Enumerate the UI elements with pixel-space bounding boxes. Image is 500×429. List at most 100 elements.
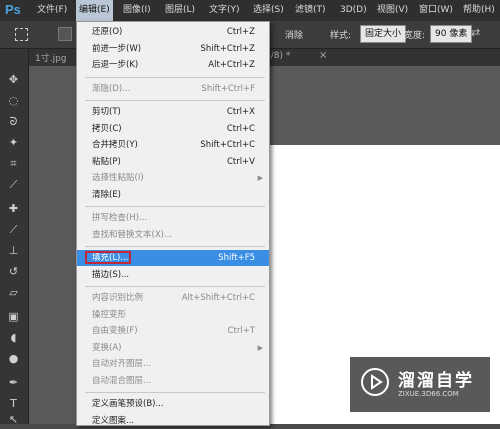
edit-menu-item[interactable]: 查找和替换文本(X)... <box>77 227 269 243</box>
menu-item[interactable]: 编辑(E) <box>76 0 113 21</box>
path-selection-tool-icon[interactable]: ↖ <box>5 411 22 428</box>
play-logo-icon <box>361 368 389 396</box>
close-tab-icon[interactable]: × <box>319 50 327 61</box>
menu-item-label: 渐隐(D)... <box>92 83 131 94</box>
style-label: 样式: <box>330 31 352 41</box>
menu-item[interactable]: 3D(D) <box>337 0 370 21</box>
pen-tool-icon[interactable]: ✒ <box>5 374 22 391</box>
menu-item[interactable]: 滤镜(T) <box>292 0 329 21</box>
menu-item-label: 变换(A) <box>92 342 122 353</box>
antialias-label: 消除 <box>285 31 304 41</box>
menu-item-shortcut: Shift+Ctrl+F <box>201 83 255 94</box>
menu-item[interactable]: 文件(F) <box>34 0 70 21</box>
magic-wand-tool-icon[interactable]: ✦ <box>5 134 22 151</box>
menu-item-label: 合并拷贝(Y) <box>92 140 138 150</box>
style-select[interactable]: 固定大小 <box>360 25 407 43</box>
menu-item[interactable]: 视图(V) <box>374 0 411 21</box>
edit-menu-item[interactable]: 变换(A) ▶ <box>77 340 269 356</box>
type-tool-icon[interactable]: T <box>5 395 22 412</box>
edit-menu-item[interactable]: 内容识别比例 Alt+Shift+Ctrl+C <box>77 290 269 306</box>
edit-menu-item[interactable]: 自动混合图层... <box>77 373 269 389</box>
menu-bar: Ps 文件(F) 编辑(E) 图像(I) 图层(L) 文字(Y) 选择(S) 滤镜(T) 3D… <box>0 0 500 21</box>
menu-item-label: 自动混合图层... <box>92 375 152 386</box>
menu-item-label: 选择性粘贴(I) <box>92 173 144 183</box>
lasso-tool-icon[interactable]: ᘐ <box>5 113 22 130</box>
document-tab[interactable]: 1寸.jpg <box>35 51 67 64</box>
edit-menu-item[interactable]: 定义画笔预设(B)... <box>77 396 269 412</box>
history-brush-tool-icon[interactable]: ↺ <box>5 263 22 280</box>
menu-item[interactable]: 窗口(W) <box>416 0 456 21</box>
move-tool-icon[interactable]: ✥ <box>5 71 22 88</box>
edit-menu-item[interactable]: 自动对齐图层... <box>77 356 269 372</box>
menu-item-shortcut: Ctrl+X <box>226 107 255 117</box>
menu-item[interactable]: 图层(L) <box>162 0 198 21</box>
menu-item-label: 前进一步(W) <box>92 43 142 54</box>
healing-brush-tool-icon[interactable]: ✚ <box>5 200 22 217</box>
edit-menu-item[interactable]: 自由变换(F) Ctrl+T <box>77 323 269 339</box>
menu-separator <box>85 206 265 207</box>
tools-panel: ✥ ◌ ᘐ ✦ ⌗ ⟋ ✚ ⟋ ⊥ ↺ ▱ ▣ ◖ ● ✒ T ↖ <box>0 49 29 426</box>
width-label: 宽度: <box>404 31 426 41</box>
watermark-url: ZIXUE.3D66.COM <box>398 390 459 398</box>
menu-item[interactable]: 选择(S) <box>250 0 287 21</box>
menu-item[interactable]: 文字(Y) <box>206 0 243 21</box>
clone-stamp-tool-icon[interactable]: ⊥ <box>5 242 22 259</box>
edit-menu-item[interactable]: 粘贴(P) Ctrl+V <box>77 154 269 170</box>
edit-menu-item[interactable]: 填充(L)... Shift+F5 <box>77 250 269 266</box>
edit-menu-item[interactable]: 合并拷贝(Y) Shift+Ctrl+C <box>77 137 269 153</box>
watermark: 溜溜自学 ZIXUE.3D66.COM <box>350 357 490 412</box>
menu-item-label: 剪切(T) <box>92 107 121 117</box>
eraser-tool-icon[interactable]: ▱ <box>5 284 22 301</box>
menu-item-label: 还原(O) <box>92 27 123 37</box>
edit-menu-item[interactable]: 剪切(T) Ctrl+X <box>77 104 269 120</box>
menu-item-shortcut: Ctrl+T <box>227 326 255 336</box>
edit-menu-item[interactable]: 选择性粘贴(I) ▶ <box>77 170 269 186</box>
edit-menu-item[interactable]: 还原(O) Ctrl+Z <box>77 24 269 40</box>
gradient-tool-icon[interactable]: ▣ <box>5 308 22 325</box>
marquee-tool-icon[interactable]: ◌ <box>5 92 22 109</box>
menu-separator <box>85 76 265 78</box>
blur-tool-icon[interactable]: ◖ <box>5 329 22 346</box>
eyedropper-tool-icon[interactable]: ⟋ <box>5 176 22 193</box>
swap-icon[interactable]: ⇄ <box>471 26 480 39</box>
edit-menu-item[interactable]: 定义图案... <box>77 413 269 429</box>
menu-separator <box>85 246 265 247</box>
width-input[interactable]: 90 像素 <box>430 25 473 43</box>
crop-tool-icon[interactable]: ⌗ <box>5 155 22 172</box>
marquee-tool-preset-icon[interactable] <box>15 28 28 41</box>
edit-menu-item[interactable]: 拷贝(C) Ctrl+C <box>77 121 269 137</box>
menu-item[interactable]: 帮助(H) <box>460 0 498 21</box>
menu-item-label: 定义图案... <box>92 415 135 426</box>
edit-menu-item[interactable]: 操控变形 <box>77 307 269 323</box>
menu-item-label: 自动对齐图层... <box>92 359 152 369</box>
menu-item-label: 定义画笔预设(B)... <box>92 399 164 409</box>
brush-tool-icon[interactable]: ⟋ <box>5 221 22 238</box>
menu-item-shortcut: Shift+Ctrl+Z <box>200 43 255 54</box>
edit-menu-dropdown: 还原(O) Ctrl+Z 前进一步(W) Shift+Ctrl+Z 后退一步(K) Alt… <box>76 21 270 426</box>
dodge-tool-icon[interactable]: ● <box>5 350 22 367</box>
menu-item-label: 后退一步(K) <box>92 60 139 70</box>
edit-menu-item[interactable]: 后退一步(K) Alt+Ctrl+Z <box>77 57 269 73</box>
menu-item-shortcut: Shift+Ctrl+C <box>200 140 255 150</box>
menu-item-label: 清除(E) <box>92 189 122 200</box>
new-selection-icon[interactable] <box>58 27 72 41</box>
edit-menu-item[interactable]: 拼写检查(H)... <box>77 210 269 226</box>
menu-item-label: 查找和替换文本(X)... <box>92 229 173 240</box>
menu-item-shortcut: Ctrl+C <box>226 123 255 134</box>
menu-item-label: 操控变形 <box>92 309 127 320</box>
menu-item-label: 拼写检查(H)... <box>92 213 148 223</box>
edit-menu-item[interactable]: 描边(S)... <box>77 267 269 283</box>
edit-menu-item[interactable]: 渐隐(D)... Shift+Ctrl+F <box>77 81 269 97</box>
menu-item-label: 自由变换(F) <box>92 326 138 336</box>
edit-menu-item[interactable]: 清除(E) <box>77 187 269 203</box>
menu-item-label: 拷贝(C) <box>92 123 122 134</box>
menu-item-shortcut: Shift+F5 <box>218 253 255 263</box>
annotation-highlight-box <box>85 251 131 264</box>
watermark-title: 溜溜自学 <box>398 371 474 391</box>
menu-item-label: 描边(S)... <box>92 269 130 280</box>
photoshop-logo-icon: Ps <box>5 2 21 17</box>
menu-separator <box>85 100 265 101</box>
menu-item[interactable]: 图像(I) <box>120 0 154 21</box>
edit-menu-item[interactable]: 前进一步(W) Shift+Ctrl+Z <box>77 41 269 57</box>
menu-item-shortcut: Ctrl+V <box>226 156 255 167</box>
